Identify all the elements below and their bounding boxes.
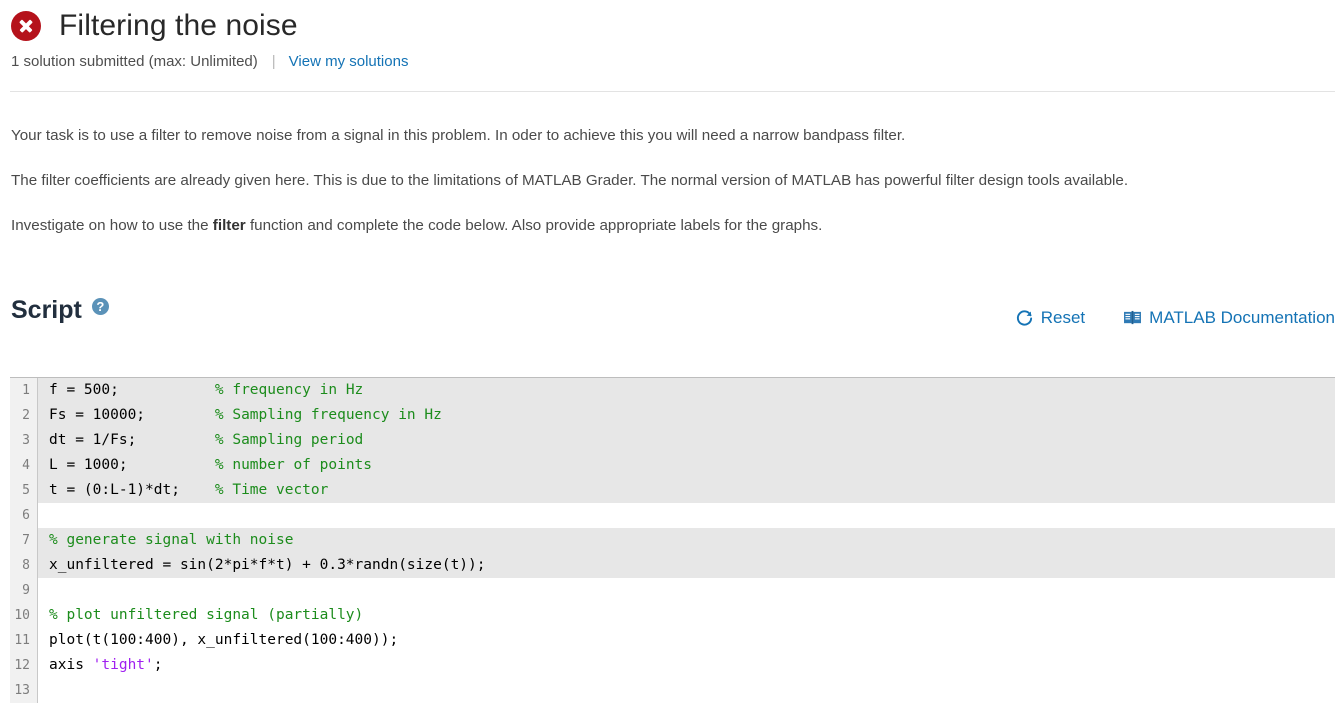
page-title: Filtering the noise bbox=[59, 8, 298, 44]
problem-description: Your task is to use a filter to remove n… bbox=[11, 125, 1326, 260]
line-number: 12 bbox=[10, 653, 38, 678]
code-line: 7 % generate signal with noise bbox=[10, 528, 1335, 553]
line-number: 2 bbox=[10, 403, 38, 428]
code-token-comment: % generate signal with noise bbox=[49, 532, 293, 548]
code-line: 5t = (0:L-1)*dt; % Time vector bbox=[10, 478, 1335, 503]
submission-meta: 1 solution submitted (max: Unlimited) | … bbox=[0, 53, 1335, 70]
code-token-plain: Fs = 10000; bbox=[49, 407, 215, 423]
line-number: 9 bbox=[10, 578, 38, 603]
line-number: 3 bbox=[10, 428, 38, 453]
code-token-plain: L = 1000; bbox=[49, 457, 215, 473]
code-token-comment: % Sampling period bbox=[215, 432, 363, 448]
matlab-documentation-button[interactable]: MATLAB Documentation bbox=[1123, 308, 1335, 328]
header-divider bbox=[10, 91, 1335, 92]
code-token-comment: % number of points bbox=[215, 457, 372, 473]
help-icon[interactable]: ? bbox=[92, 298, 109, 315]
description-text-3b: function and complete the code below. Al… bbox=[246, 217, 823, 234]
code-token-plain: f = 500; bbox=[49, 382, 215, 398]
line-number: 11 bbox=[10, 628, 38, 653]
code-line-text: dt = 1/Fs; % Sampling period bbox=[38, 428, 363, 453]
code-line[interactable]: 12axis 'tight'; bbox=[10, 653, 1335, 678]
error-circle-x-icon bbox=[11, 11, 41, 41]
code-token-string: 'tight' bbox=[93, 657, 154, 673]
line-number: 5 bbox=[10, 478, 38, 503]
script-heading: Script ? bbox=[11, 296, 109, 325]
code-line-text: f = 500; % frequency in Hz bbox=[38, 378, 363, 403]
problem-header: Filtering the noise 1 solution submitted… bbox=[0, 8, 1335, 70]
script-section-bar: Script ? Reset bbox=[0, 296, 1335, 342]
script-heading-label: Script bbox=[11, 296, 82, 325]
code-token-plain: ; bbox=[154, 657, 163, 673]
code-line-text: t = (0:L-1)*dt; % Time vector bbox=[38, 478, 328, 503]
code-line-text[interactable]: plot(t(100:400), x_unfiltered(100:400)); bbox=[38, 628, 398, 653]
line-number: 8 bbox=[10, 553, 38, 578]
description-paragraph-2: The filter coefficients are already give… bbox=[11, 170, 1326, 191]
code-line-text: x_unfiltered = sin(2*pi*f*t) + 0.3*randn… bbox=[38, 553, 486, 578]
meta-separator: | bbox=[272, 53, 276, 70]
code-token-plain: plot(t(100:400), x_unfiltered(100:400)); bbox=[49, 632, 398, 648]
code-line: 8 x_unfiltered = sin(2*pi*f*t) + 0.3*rand… bbox=[10, 553, 1335, 578]
code-token-plain: t = (0:L-1)*dt; bbox=[49, 482, 215, 498]
description-text-3a: Investigate on how to use the bbox=[11, 217, 213, 234]
code-editor[interactable]: 1f = 500; % frequency in Hz2Fs = 10000; … bbox=[10, 377, 1335, 703]
line-number: 4 bbox=[10, 453, 38, 478]
submission-count-text: 1 solution submitted (max: Unlimited) bbox=[11, 53, 258, 70]
code-token-comment: % frequency in Hz bbox=[215, 382, 363, 398]
view-my-solutions-link[interactable]: View my solutions bbox=[289, 53, 409, 70]
code-line: 2Fs = 10000; % Sampling frequency in Hz bbox=[10, 403, 1335, 428]
code-line: 3dt = 1/Fs; % Sampling period bbox=[10, 428, 1335, 453]
code-line[interactable]: 13 bbox=[10, 678, 1335, 703]
code-line[interactable]: 11 plot(t(100:400), x_unfiltered(100:400)… bbox=[10, 628, 1335, 653]
code-line[interactable]: 9 bbox=[10, 578, 1335, 603]
code-line: 4L = 1000; % number of points bbox=[10, 453, 1335, 478]
code-token-comment: % Time vector bbox=[215, 482, 329, 498]
code-token-plain: dt = 1/Fs; bbox=[49, 432, 215, 448]
code-token-plain: x_unfiltered = sin(2*pi*f*t) + 0.3*randn… bbox=[49, 557, 486, 573]
code-line-text[interactable]: axis 'tight'; bbox=[38, 653, 163, 678]
code-line-text[interactable]: % plot unfiltered signal (partially) bbox=[38, 603, 363, 628]
line-number: 10 bbox=[10, 603, 38, 628]
line-number: 1 bbox=[10, 378, 38, 403]
code-token-comment: % Sampling frequency in Hz bbox=[215, 407, 442, 423]
book-icon bbox=[1123, 310, 1142, 326]
code-line-text: L = 1000; % number of points bbox=[38, 453, 372, 478]
description-bold-filter: filter bbox=[213, 217, 246, 234]
reset-button[interactable]: Reset bbox=[1015, 308, 1085, 328]
code-token-plain: axis bbox=[49, 657, 93, 673]
line-number: 6 bbox=[10, 503, 38, 528]
code-line: 1f = 500; % frequency in Hz bbox=[10, 378, 1335, 403]
description-text-1: Your task is to use a filter to remove n… bbox=[11, 127, 905, 144]
refresh-icon bbox=[1015, 309, 1034, 328]
script-actions: Reset MATLAB Documentation bbox=[1015, 308, 1335, 328]
code-line[interactable]: 10 % plot unfiltered signal (partially) bbox=[10, 603, 1335, 628]
matlab-documentation-label: MATLAB Documentation bbox=[1149, 308, 1335, 328]
clipped-top-strip bbox=[0, 0, 1335, 6]
description-paragraph-1: Your task is to use a filter to remove n… bbox=[11, 125, 1326, 146]
description-text-2: The filter coefficients are already give… bbox=[11, 172, 1128, 189]
code-line-text: Fs = 10000; % Sampling frequency in Hz bbox=[38, 403, 442, 428]
line-number: 13 bbox=[10, 678, 38, 703]
code-token-comment: % plot unfiltered signal (partially) bbox=[49, 607, 363, 623]
code-line[interactable]: 6 bbox=[10, 503, 1335, 528]
description-paragraph-3: Investigate on how to use the filter fun… bbox=[11, 215, 1326, 236]
title-row: Filtering the noise bbox=[0, 8, 1335, 44]
code-line-text: % generate signal with noise bbox=[38, 528, 293, 553]
line-number: 7 bbox=[10, 528, 38, 553]
reset-label: Reset bbox=[1041, 308, 1085, 328]
